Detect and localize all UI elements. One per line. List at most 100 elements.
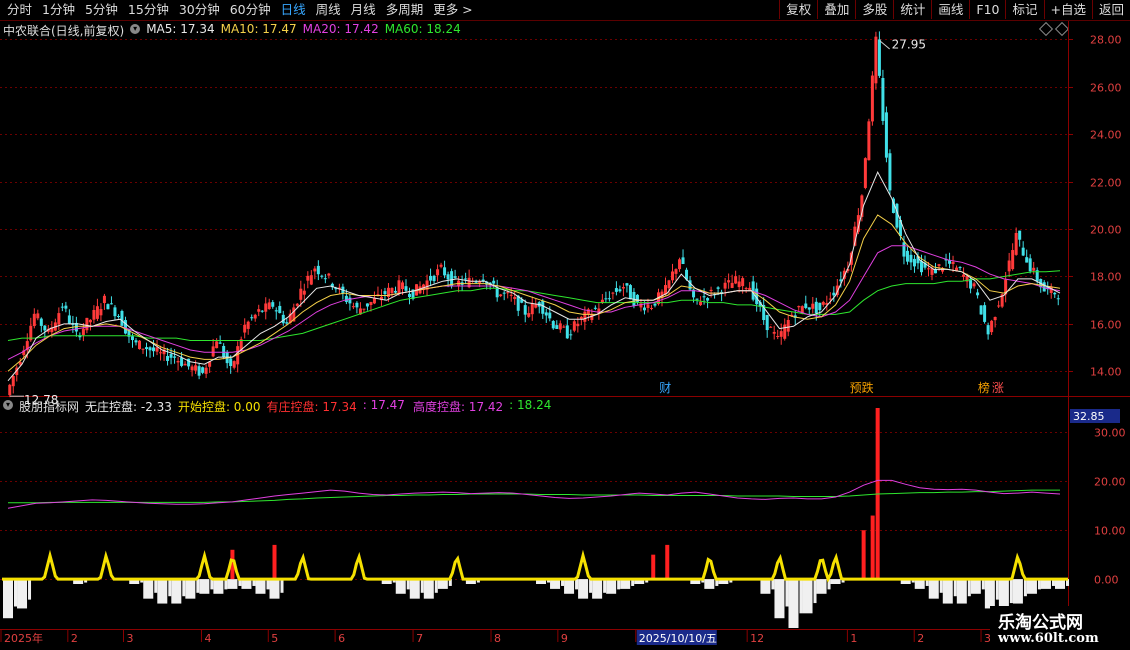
candle-body — [884, 112, 888, 158]
candle-body — [832, 292, 836, 296]
candle — [737, 275, 741, 293]
candle-body — [130, 336, 134, 341]
candle — [877, 31, 881, 78]
candle — [274, 307, 278, 320]
candle — [516, 294, 520, 317]
candle-body — [229, 358, 233, 366]
candle — [39, 317, 43, 333]
candle — [649, 304, 653, 311]
event-marker: 财 — [659, 381, 671, 395]
candle-body — [155, 347, 159, 352]
indicator-bar — [995, 579, 999, 600]
candle-body — [243, 324, 247, 333]
candle-body — [927, 268, 930, 270]
candle-body — [583, 311, 587, 322]
candle — [425, 274, 429, 296]
candle-body — [443, 267, 447, 276]
candle — [884, 106, 888, 163]
candle — [863, 157, 867, 190]
indicator-bar — [771, 579, 775, 590]
candle — [148, 346, 152, 358]
candle-body — [902, 242, 906, 257]
candle-body — [804, 303, 808, 308]
candle — [351, 302, 355, 310]
candle-body — [888, 153, 892, 191]
candle-body — [204, 367, 208, 374]
indicator-bar — [423, 579, 434, 599]
candle — [102, 293, 106, 310]
candle — [909, 248, 913, 271]
candle-body — [1011, 250, 1015, 270]
indicator-bar — [227, 579, 238, 589]
candle — [695, 298, 699, 305]
date-label: 6 — [338, 632, 345, 645]
candle-body — [495, 287, 499, 298]
candle-body — [678, 259, 682, 270]
candle — [646, 298, 650, 313]
candle-body — [786, 319, 790, 332]
candle-body — [250, 317, 254, 319]
candle-body — [699, 301, 703, 306]
candle-body — [166, 356, 170, 361]
candle — [811, 296, 815, 314]
indicator-bar — [266, 579, 270, 590]
candle — [1025, 249, 1029, 263]
candle — [166, 347, 170, 366]
candle-body — [870, 75, 874, 122]
indicator-bar — [575, 579, 579, 590]
candle-body — [621, 287, 625, 289]
indicator-bar — [704, 579, 715, 589]
candle-body — [867, 121, 871, 161]
candle — [779, 323, 783, 345]
candle-body — [88, 319, 92, 323]
candle-body — [141, 348, 145, 350]
candle-body — [765, 315, 769, 331]
candle — [537, 301, 541, 314]
candle-body — [222, 345, 226, 358]
indicator-bar — [199, 579, 210, 594]
candle-body — [818, 302, 822, 311]
candle — [720, 289, 724, 302]
candle-body — [744, 288, 748, 290]
candle — [621, 283, 625, 297]
candle-body — [369, 301, 373, 306]
date-label: 2 — [917, 632, 924, 645]
candle — [471, 277, 475, 283]
candle — [1049, 283, 1053, 299]
control-bar — [861, 530, 866, 580]
candle — [867, 118, 871, 161]
candle-body — [1021, 247, 1025, 256]
candle — [912, 255, 916, 273]
candle-body — [474, 281, 478, 283]
high-pointer — [879, 40, 890, 50]
event-marker: 预跌 — [850, 380, 874, 395]
indicator-bar — [606, 579, 617, 594]
indicator-tick-label: 10.00 — [1094, 525, 1126, 538]
candle-body — [951, 261, 955, 265]
candle — [215, 338, 219, 349]
candle-body — [267, 302, 271, 310]
candle-body — [734, 276, 738, 284]
candle-body — [814, 301, 818, 314]
candle — [727, 273, 731, 289]
candle — [264, 297, 268, 320]
candle-body — [509, 294, 513, 296]
indicator-bar — [970, 579, 981, 594]
indicator-bar — [224, 579, 228, 590]
stock-chart[interactable]: 28.0026.0024.0022.0020.0018.0016.0014.00… — [0, 0, 1130, 650]
candle — [271, 300, 275, 309]
candle — [888, 149, 892, 195]
candle-body — [1056, 298, 1060, 300]
candle-body — [257, 309, 261, 312]
candle — [818, 302, 822, 318]
candle-body — [709, 289, 713, 292]
candle-body — [148, 347, 152, 351]
candle — [604, 291, 608, 303]
date-label: 2 — [71, 632, 78, 645]
indicator-bar — [1009, 579, 1013, 604]
indicator-bar — [830, 579, 841, 584]
candle-body — [576, 323, 580, 327]
candle — [1021, 241, 1025, 257]
price-tick-label: 28.00 — [1090, 34, 1122, 47]
candle-body — [306, 275, 310, 281]
